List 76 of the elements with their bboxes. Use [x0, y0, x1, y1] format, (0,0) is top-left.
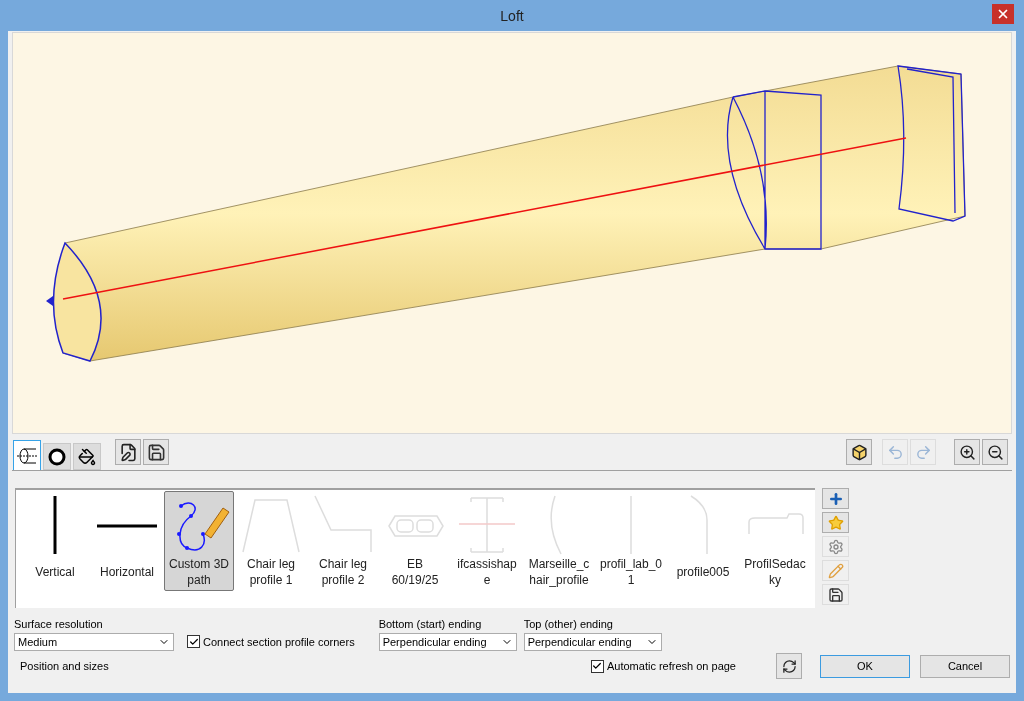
path-thumbnail-icon	[97, 524, 157, 528]
checkbox[interactable]	[590, 659, 604, 673]
path-label: EB 60/19/25	[391, 556, 439, 588]
path-item[interactable]: Custom 3D path	[164, 491, 234, 591]
path-thumbnail-icon	[458, 497, 516, 553]
refresh-icon	[781, 658, 797, 674]
zoom-in-icon	[958, 443, 976, 461]
checkmark-icon	[188, 636, 199, 647]
refresh-button[interactable]	[776, 653, 802, 679]
path-thumbnail-icon	[388, 515, 444, 537]
path-item[interactable]: profil_lab_0 1	[596, 491, 666, 591]
field-label: Bottom (start) ending	[378, 618, 483, 630]
cube-button[interactable]	[846, 439, 872, 465]
edit-document-icon	[118, 442, 138, 462]
edit-button[interactable]	[115, 439, 141, 465]
star-icon	[827, 514, 844, 531]
path-label: Chair leg profile 1	[247, 556, 295, 588]
path-label: profil_lab_0 1	[599, 556, 662, 588]
path-item[interactable]: EB 60/19/25	[380, 491, 450, 591]
path-label: profile005	[676, 564, 730, 581]
cancel-button[interactable]: Cancel	[920, 654, 1010, 678]
checkbox-label: Automatic refresh on page	[606, 660, 736, 672]
path-label: Chair leg profile 2	[319, 556, 367, 588]
path-item[interactable]: Chair leg profile 2	[308, 491, 378, 591]
path-item[interactable]: Horizontal	[92, 491, 162, 591]
save-button[interactable]	[143, 439, 169, 465]
undo-icon	[886, 443, 904, 461]
checkmark-icon	[592, 661, 603, 671]
path-thumbnail-icon	[53, 496, 57, 554]
section-label: Position and sizes	[20, 660, 109, 672]
path-item[interactable]: ifcassishap e	[452, 491, 522, 591]
paint-bucket-icon	[78, 447, 96, 466]
save-icon	[146, 442, 166, 462]
path-label: ProfilSedac ky	[744, 556, 806, 588]
path-item[interactable]: profile005	[668, 491, 738, 591]
checkbox[interactable]	[187, 635, 200, 648]
close-button[interactable]	[992, 4, 1014, 24]
path-thumbnail-icon	[690, 495, 708, 555]
settings-icon	[827, 538, 844, 555]
field-label: Surface resolution	[14, 618, 104, 630]
path-thumbnail-icon	[550, 495, 562, 555]
path-thumbnail-icon	[748, 513, 804, 535]
top-ending-dropdown[interactable]: Perpendicular ending	[523, 633, 662, 651]
cube-icon	[850, 443, 868, 461]
bottom-ending-dropdown[interactable]: Perpendicular ending	[378, 633, 517, 651]
checkbox-label: Connect section profile corners	[203, 635, 355, 648]
view-tab[interactable]	[43, 443, 71, 470]
path-item[interactable]: Vertical	[20, 491, 90, 591]
path-thumbnail-icon	[242, 499, 300, 553]
surface-resolution-dropdown[interactable]: Medium	[14, 633, 174, 651]
save-icon	[827, 586, 844, 603]
plus-icon	[827, 490, 844, 507]
path-label: Vertical	[35, 564, 75, 581]
add-button[interactable]	[822, 488, 849, 509]
zoom-in-button[interactable]	[954, 439, 980, 465]
path-label: ifcassishap e	[457, 556, 517, 588]
view-tab[interactable]	[13, 440, 41, 470]
ring-icon	[48, 447, 66, 466]
path-label: Horizontal	[100, 564, 154, 581]
path-item[interactable]: Chair leg profile 1	[236, 491, 306, 591]
path-item[interactable]: Marseille_c hair_profile	[524, 491, 594, 591]
window-title: Loft	[500, 7, 524, 24]
path-label: Custom 3D path	[169, 556, 229, 588]
field-label: Top (other) ending	[523, 618, 614, 630]
close-icon	[996, 7, 1010, 21]
ok-button[interactable]: OK	[820, 654, 910, 678]
view-tab[interactable]	[73, 443, 101, 470]
zoom-out-button[interactable]	[982, 439, 1008, 465]
path-thumbnail-icon	[177, 502, 230, 551]
pencil-icon	[827, 562, 844, 579]
path-item[interactable]: ProfilSedac ky	[740, 491, 810, 591]
zoom-out-icon	[986, 443, 1004, 461]
path-label: Marseille_c hair_profile	[528, 556, 590, 588]
redo-icon	[914, 443, 932, 461]
path-thumbnail-icon	[314, 495, 372, 553]
path-axis-icon	[16, 447, 38, 464]
